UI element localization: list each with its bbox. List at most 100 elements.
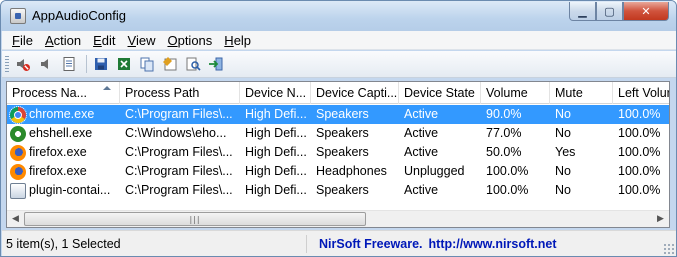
cell-volume: 100.0% — [486, 164, 529, 178]
menu-action[interactable]: Action — [39, 31, 87, 50]
column-header-volume[interactable]: Volume — [481, 82, 550, 104]
cell-device-name: High Defi... — [245, 164, 307, 178]
scrollbar-thumb[interactable]: ||| — [24, 212, 366, 226]
menu-action-accel: A — [44, 32, 54, 48]
menu-edit[interactable]: Edit — [87, 31, 121, 50]
table-row[interactable]: firefox.exe C:\Program Files\... High De… — [7, 143, 669, 162]
column-header-device-state[interactable]: Device State — [399, 82, 481, 104]
cell-device-state: Active — [404, 107, 439, 121]
properties-icon[interactable] — [59, 54, 79, 74]
process-name: plugin-contai... — [29, 183, 111, 197]
cell-device-state: Active — [404, 183, 439, 197]
cell-volume: 50.0% — [486, 145, 522, 159]
cell-mute: No — [555, 107, 571, 121]
column-header-left-volume[interactable]: Left Volur — [613, 82, 669, 104]
copy-icon[interactable] — [137, 54, 157, 74]
process-name: firefox.exe — [29, 145, 87, 159]
menu-help[interactable]: Help — [218, 31, 257, 50]
menu-action-label: ction — [53, 32, 82, 48]
cell-process-path: C:\Program Files\... — [125, 164, 233, 178]
menu-view-accel: V — [127, 32, 136, 48]
menu-help-accel: H — [224, 32, 234, 48]
scroll-right-arrow-icon[interactable]: ▶ — [652, 211, 669, 227]
exit-icon[interactable] — [206, 54, 226, 74]
process-name: chrome.exe — [29, 107, 95, 121]
column-header-row: Process Na... Process Path Device N... D… — [7, 82, 669, 104]
excel-icon[interactable] — [114, 54, 134, 74]
menu-options[interactable]: Options — [161, 31, 218, 50]
title-bar[interactable]: AppAudioConfig ▁ ▢ ✕ — [1, 1, 676, 31]
cell-process-path: C:\Program Files\... — [125, 183, 233, 197]
toolbar-grip-handle[interactable] — [5, 55, 9, 73]
app-icon[interactable] — [10, 8, 26, 24]
toolbar — [2, 51, 676, 78]
cell-process-path: C:\Program Files\... — [125, 145, 233, 159]
find-icon[interactable] — [183, 54, 203, 74]
cell-left-volume: 100.0% — [618, 107, 661, 121]
column-header-process-name[interactable]: Process Na... — [7, 82, 120, 104]
menu-file-accel: F — [12, 32, 20, 48]
cell-device-caption: Speakers — [316, 183, 369, 197]
table-row[interactable]: chrome.exe C:\Program Files\... High Def… — [7, 105, 669, 124]
scroll-left-arrow-icon[interactable]: ◀ — [7, 211, 24, 227]
column-header-process-path[interactable]: Process Path — [120, 82, 240, 104]
menu-help-label: elp — [233, 32, 252, 48]
chrome-icon — [9, 105, 27, 124]
cell-process-path: C:\Windows\eho... — [125, 126, 227, 140]
menu-options-accel: O — [167, 32, 178, 48]
mute-icon[interactable] — [13, 54, 33, 74]
cell-device-name: High Defi... — [245, 107, 307, 121]
window-title: AppAudioConfig — [32, 8, 126, 23]
cell-left-volume: 100.0% — [618, 164, 661, 178]
table-row[interactable]: plugin-contai... C:\Program Files\... Hi… — [7, 181, 669, 200]
horizontal-scrollbar[interactable]: ◀ ||| ▶ — [7, 210, 669, 227]
cell-process-name: chrome.exe — [7, 105, 120, 124]
cell-device-name: High Defi... — [245, 183, 307, 197]
minimize-button[interactable]: ▁ — [569, 2, 596, 21]
ehshell-icon — [10, 125, 26, 142]
cell-device-state: Unplugged — [404, 164, 465, 178]
menu-edit-accel: E — [93, 32, 102, 48]
cell-process-name: firefox.exe — [7, 162, 120, 181]
table-row[interactable]: firefox.exe C:\Program Files\... High De… — [7, 162, 669, 181]
cell-device-name: High Defi... — [245, 126, 307, 140]
app-window: AppAudioConfig ▁ ▢ ✕ File Action Edit Vi… — [0, 0, 677, 257]
menu-file[interactable]: File — [6, 31, 39, 50]
cell-process-path: C:\Program Files\... — [125, 107, 233, 121]
plugin-container-icon — [10, 182, 26, 199]
cell-mute: Yes — [555, 145, 576, 159]
process-list[interactable]: Process Na... Process Path Device N... D… — [6, 81, 670, 228]
cell-mute: No — [555, 164, 571, 178]
window-controls: ▁ ▢ ✕ — [569, 2, 669, 22]
unmute-icon[interactable] — [36, 54, 56, 74]
save-icon[interactable] — [91, 54, 111, 74]
toolbar-separator — [86, 55, 87, 73]
cell-device-state: Active — [404, 145, 439, 159]
maximize-button[interactable]: ▢ — [596, 2, 623, 21]
menu-view[interactable]: View — [122, 31, 162, 50]
cell-device-caption: Speakers — [316, 107, 369, 121]
close-button[interactable]: ✕ — [623, 2, 669, 21]
cell-process-name: plugin-contai... — [7, 181, 120, 200]
status-bar: 5 item(s), 1 Selected NirSoft Freeware. h… — [2, 230, 676, 256]
column-header-device-name[interactable]: Device N... — [240, 82, 311, 104]
resize-grip-handle[interactable] — [663, 243, 674, 254]
cell-device-name: High Defi... — [245, 145, 307, 159]
column-header-device-caption[interactable]: Device Capti... — [311, 82, 399, 104]
table-row[interactable]: ehshell.exe C:\Windows\eho... High Defi.… — [7, 124, 669, 143]
cell-device-state: Active — [404, 126, 439, 140]
firefox-icon — [10, 144, 26, 161]
cell-process-name: firefox.exe — [7, 143, 120, 162]
menu-view-label: iew — [135, 32, 156, 48]
cell-volume: 77.0% — [486, 126, 522, 140]
menu-file-label: ile — [19, 32, 33, 48]
cell-device-caption: Speakers — [316, 126, 369, 140]
cell-left-volume: 100.0% — [618, 183, 661, 197]
list-rows: chrome.exe C:\Program Files\... High Def… — [7, 105, 669, 200]
column-header-mute[interactable]: Mute — [550, 82, 613, 104]
cell-mute: No — [555, 126, 571, 140]
menu-bar: File Action Edit View Options Help — [2, 31, 676, 50]
html-report-icon[interactable] — [160, 54, 180, 74]
menu-edit-label: dit — [101, 32, 116, 48]
nirsoft-link[interactable]: NirSoft Freeware. http://www.nirsoft.net — [307, 235, 557, 253]
